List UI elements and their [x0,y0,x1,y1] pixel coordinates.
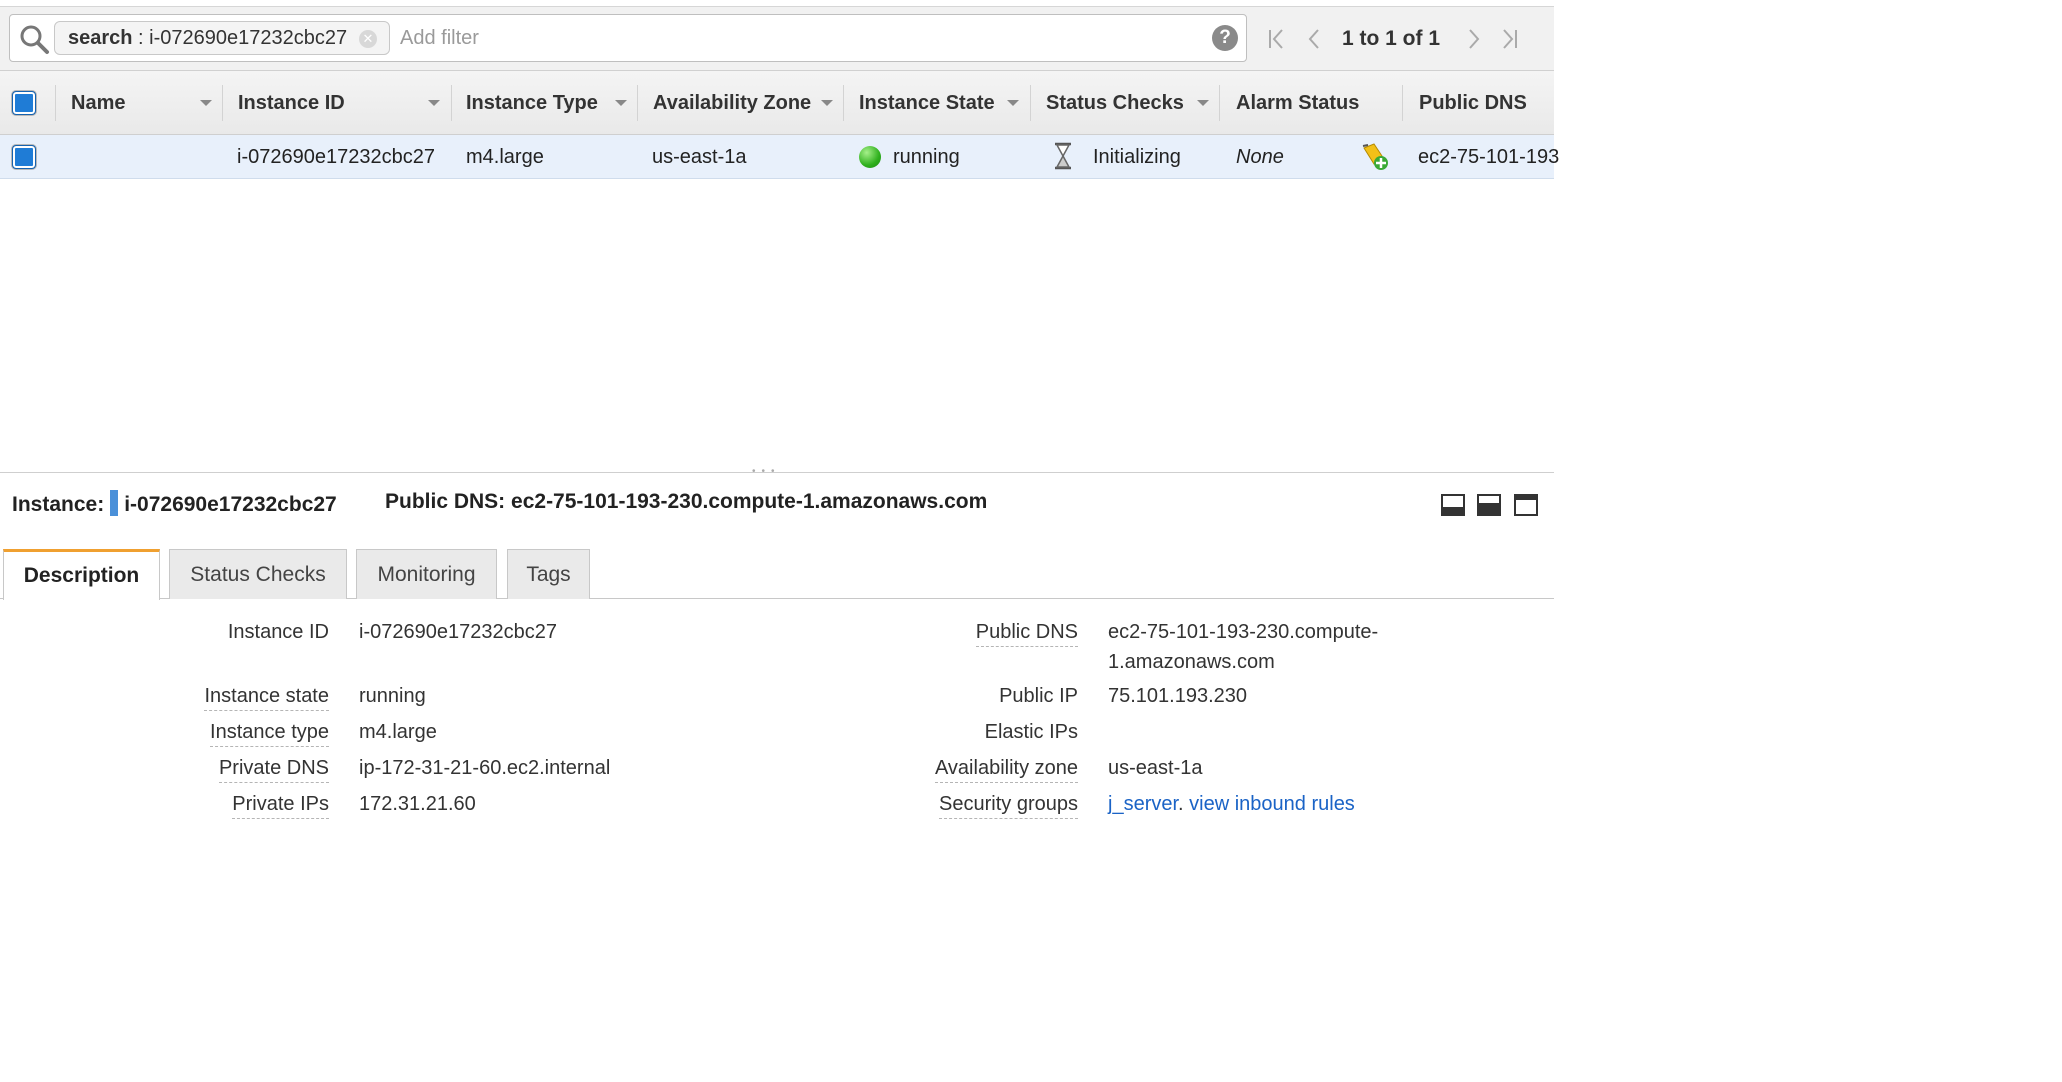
help-icon[interactable]: ? [1212,25,1238,51]
sort-dropdown-icon[interactable] [1197,100,1209,106]
field-value-availability-zone: us-east-1a [1108,757,1203,779]
cell-instance-type: m4.large [466,146,544,168]
column-header-public-dns[interactable]: Public DNS [1419,71,1527,135]
detail-instance-id: i-072690e17232cbc27 [124,493,337,516]
search-box[interactable]: search : i-072690e17232cbc27 ✕ ? [9,14,1247,62]
field-value-instance-type: m4.large [359,721,437,743]
column-divider [1402,85,1403,121]
field-value-security-groups: j_server. view inbound rules [1108,793,1355,816]
splitter-grip-icon[interactable]: ••• [752,466,781,477]
chip-separator: : [132,27,150,49]
field-label-public-dns: Public DNS [975,621,1078,647]
pagination-text: 1 to 1 of 1 [1342,27,1441,50]
column-divider [55,85,56,121]
prev-page-icon[interactable] [1302,25,1328,53]
field-label-private-dns: Private DNS [218,757,329,783]
alarm-add-icon[interactable] [1360,142,1390,172]
sort-dropdown-icon[interactable] [615,100,627,106]
pane-minimize-icon[interactable] [1441,493,1465,517]
tab-monitoring[interactable]: Monitoring [356,549,497,599]
cell-public-dns: ec2-75-101-193 [1418,146,1560,168]
column-divider [222,85,223,121]
view-inbound-rules-link[interactable]: view inbound rules [1189,793,1355,815]
next-page-icon[interactable] [1460,25,1486,53]
column-divider [1219,85,1220,121]
field-label-public-ip: Public IP [999,685,1078,707]
tab-status-checks[interactable]: Status Checks [169,549,347,599]
cell-alarm-status: None [1236,146,1284,168]
column-header-instance-state[interactable]: Instance State [859,71,995,135]
field-label-availability-zone: Availability zone [934,757,1078,783]
field-value-public-dns-line1: ec2-75-101-193-230.compute- [1108,621,1379,643]
field-label-instance-state: Instance state [204,685,329,711]
column-divider [1030,85,1031,121]
select-all-checkbox[interactable] [12,91,36,115]
search-icon[interactable] [18,23,50,55]
column-header-name[interactable]: Name [71,71,125,135]
field-value-instance-id: i-072690e17232cbc27 [359,621,557,643]
field-label-security-groups: Security groups [939,793,1078,819]
column-header-status-checks[interactable]: Status Checks [1046,71,1184,135]
clear-filter-icon[interactable]: ✕ [359,30,377,48]
sort-dropdown-icon[interactable] [200,100,212,106]
security-group-link[interactable]: j_server [1108,793,1178,815]
pane-splitter[interactable]: ••• [0,466,1554,477]
filter-toolbar: search : i-072690e17232cbc27 ✕ ? 1 to 1 … [0,6,1554,70]
detail-public-dns-value: ec2-75-101-193-230.compute-1.amazonaws.c… [511,490,988,513]
sort-dropdown-icon[interactable] [1007,100,1019,106]
tab-description[interactable]: Description [3,549,160,600]
tab-tags[interactable]: Tags [507,549,590,599]
column-divider [637,85,638,121]
pane-half-icon[interactable] [1477,493,1501,517]
hourglass-icon [1055,142,1071,170]
instances-table-header: Name Instance ID Instance Type Availabil… [0,70,1554,135]
last-page-icon[interactable] [1496,25,1522,53]
sort-dropdown-icon[interactable] [428,100,440,106]
cell-instance-state: running [893,146,960,168]
first-page-icon[interactable] [1264,25,1290,53]
row-checkbox[interactable] [12,145,36,169]
cell-availability-zone: us-east-1a [652,146,747,168]
field-label-instance-type: Instance type [210,721,329,747]
chip-value: i-072690e17232cbc27 [149,27,348,49]
chip-key: search [68,27,133,49]
field-value-public-ip: 75.101.193.230 [1108,685,1248,707]
sort-dropdown-icon[interactable] [821,100,833,106]
column-header-instance-id[interactable]: Instance ID [238,71,345,135]
cell-status-checks: Initializing [1093,146,1181,168]
pane-maximize-icon[interactable] [1514,493,1538,517]
running-status-icon [859,146,881,168]
search-filter-chip[interactable]: search : i-072690e17232cbc27 ✕ [54,21,390,55]
field-value-public-dns-line2: 1.amazonaws.com [1108,651,1275,673]
detail-public-dns-heading: Public DNS: ec2-75-101-193-230.compute-1… [385,490,987,514]
field-label-elastic-ips: Elastic IPs [984,721,1078,743]
column-header-alarm-status[interactable]: Alarm Status [1236,71,1359,135]
table-row[interactable]: i-072690e17232cbc27 m4.large us-east-1a … [0,135,1559,179]
field-value-instance-state: running [359,685,426,707]
detail-instance-label: Instance: [12,493,105,516]
field-value-private-ips: 172.31.21.60 [359,793,476,815]
field-label-private-ips: Private IPs [232,793,329,819]
column-header-availability-zone[interactable]: Availability Zone [653,71,811,135]
security-group-separator: . [1178,793,1190,815]
add-filter-input[interactable] [398,22,1188,54]
field-label-instance-id: Instance ID [227,621,329,643]
cell-instance-id: i-072690e17232cbc27 [237,146,435,168]
column-divider [451,85,452,121]
column-divider [843,85,844,121]
column-header-instance-type[interactable]: Instance Type [466,71,598,135]
detail-instance-heading: Instance: i-072690e17232cbc27 [12,490,337,517]
instance-color-marker [110,490,119,516]
field-value-private-dns: ip-172-31-21-60.ec2.internal [359,757,611,779]
detail-public-dns-label: Public DNS: [385,490,506,513]
